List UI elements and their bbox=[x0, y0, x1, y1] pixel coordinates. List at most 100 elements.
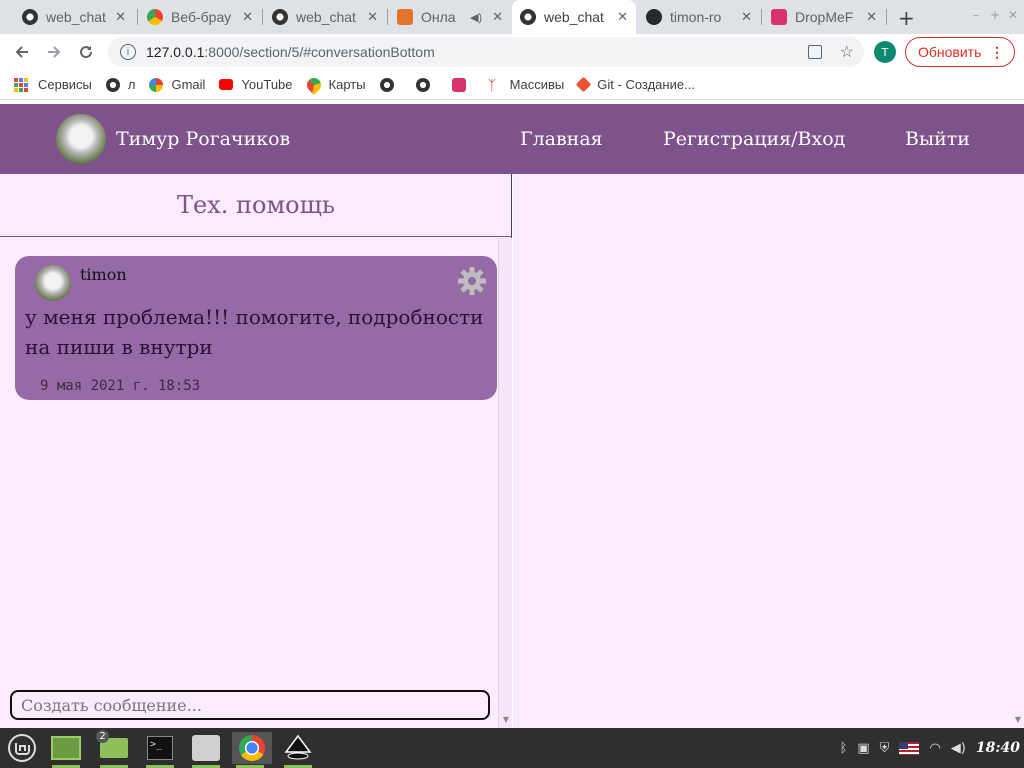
tab-divider bbox=[886, 9, 887, 25]
apps-grid-icon bbox=[14, 77, 28, 92]
bookmarks-bar: Сервисы л Gmail YouTube Карты ᛉ Массивы … bbox=[0, 70, 1024, 100]
browser-toolbar: i 127.0.0.1:8000/section/5/#conversation… bbox=[0, 34, 1024, 70]
chrome-icon bbox=[147, 9, 163, 25]
antenna-icon: ᛉ bbox=[487, 76, 496, 93]
forward-button[interactable] bbox=[43, 41, 65, 63]
nav-register-login-link[interactable]: Регистрация/Вход bbox=[663, 128, 845, 150]
reload-icon bbox=[80, 46, 93, 59]
chrome-taskbar-button[interactable] bbox=[232, 732, 272, 768]
wifi-icon[interactable]: ◠ bbox=[929, 741, 940, 756]
browser-tab[interactable]: web_chat ✕ bbox=[264, 0, 386, 34]
scrollbar[interactable]: ▼ bbox=[498, 238, 512, 728]
terminal-icon: >_ bbox=[147, 736, 173, 760]
mint-menu-button[interactable] bbox=[4, 732, 40, 764]
profile-avatar[interactable]: T bbox=[874, 41, 896, 63]
tab-divider bbox=[262, 9, 263, 25]
dropme-icon bbox=[771, 9, 787, 25]
close-tab-icon[interactable]: ✕ bbox=[367, 9, 378, 25]
section-title: Тех. помощь bbox=[0, 174, 512, 237]
bookmark-item[interactable] bbox=[379, 77, 402, 92]
settings-button[interactable] bbox=[188, 732, 224, 768]
info-icon[interactable]: i bbox=[120, 44, 136, 60]
fox-icon bbox=[397, 9, 413, 25]
git-icon bbox=[576, 76, 592, 93]
maximize-button[interactable]: + bbox=[990, 8, 1000, 22]
browser-tab-active[interactable]: web_chat ✕ bbox=[512, 0, 636, 34]
arrow-left-icon bbox=[15, 46, 28, 58]
close-tab-icon[interactable]: ✕ bbox=[741, 9, 752, 25]
browser-tab[interactable]: web_chat ✕ bbox=[14, 0, 134, 34]
close-window-button[interactable]: ✕ bbox=[1008, 8, 1018, 22]
system-tray: ᛒ ▣ ⛨ ◠ ◀) 18:40 bbox=[840, 728, 1024, 768]
message-author: timon bbox=[80, 265, 127, 284]
bookmark-item[interactable]: Gmail bbox=[149, 77, 205, 92]
new-tab-button[interactable]: + bbox=[898, 6, 915, 30]
tab-divider bbox=[387, 9, 388, 25]
nav-home-link[interactable]: Главная bbox=[520, 128, 603, 150]
files-button[interactable]: 2 bbox=[96, 730, 132, 768]
clipboard-icon[interactable]: ▣ bbox=[857, 741, 869, 756]
scroll-down-icon[interactable]: ▼ bbox=[503, 715, 509, 724]
avatar[interactable] bbox=[56, 114, 106, 164]
close-tab-icon[interactable]: ✕ bbox=[492, 9, 503, 25]
conversation-panel: Тех. помощь timon у меня проблема!!! пом… bbox=[0, 174, 512, 728]
address-bar[interactable]: i 127.0.0.1:8000/section/5/#conversation… bbox=[108, 37, 864, 67]
bluetooth-icon[interactable]: ᛒ bbox=[840, 741, 848, 756]
close-tab-icon[interactable]: ✕ bbox=[115, 9, 126, 25]
user-name[interactable]: Тимур Рогачиков bbox=[116, 128, 290, 150]
message-bubble: timon у меня проблема!!! помогите, подро… bbox=[15, 256, 497, 400]
browser-tab[interactable]: Онла ◀) ✕ bbox=[389, 0, 511, 34]
back-button[interactable] bbox=[11, 41, 33, 63]
close-tab-icon[interactable]: ✕ bbox=[866, 9, 877, 25]
globe-icon bbox=[415, 77, 430, 92]
terminal-button[interactable]: >_ bbox=[142, 732, 178, 768]
inkscape-button[interactable] bbox=[280, 732, 316, 768]
right-panel: ▼ bbox=[513, 174, 1024, 728]
tab-divider bbox=[137, 9, 138, 25]
star-icon[interactable]: ☆ bbox=[840, 42, 854, 62]
update-button[interactable]: Обновить ⋮ bbox=[905, 37, 1015, 67]
close-tab-icon[interactable]: ✕ bbox=[617, 9, 628, 25]
message-timestamp: 9 мая 2021 г. 18:53 bbox=[40, 378, 201, 394]
bookmark-item[interactable]: л bbox=[105, 77, 135, 92]
minimize-button[interactable]: – bbox=[973, 8, 979, 22]
translate-icon[interactable] bbox=[808, 45, 822, 59]
globe-icon bbox=[272, 9, 288, 25]
nav-logout-link[interactable]: Выйти bbox=[905, 128, 970, 150]
close-tab-icon[interactable]: ✕ bbox=[242, 9, 253, 25]
desktop-icon bbox=[51, 736, 81, 760]
bookmark-item[interactable]: YouTube bbox=[219, 77, 293, 92]
reload-button[interactable] bbox=[75, 41, 97, 63]
github-icon bbox=[646, 9, 662, 25]
scroll-down-icon[interactable]: ▼ bbox=[1015, 715, 1021, 724]
message-text: у меня проблема!!! помогите, подробности… bbox=[25, 305, 484, 359]
audio-playing-icon[interactable]: ◀) bbox=[470, 11, 482, 24]
bookmark-item[interactable] bbox=[451, 77, 474, 92]
menu-dots-icon[interactable]: ⋮ bbox=[990, 44, 1004, 61]
bookmark-item[interactable]: Карты bbox=[303, 74, 366, 95]
maps-icon bbox=[303, 74, 324, 95]
dropme-icon bbox=[451, 77, 466, 92]
clock[interactable]: 18:40 bbox=[976, 740, 1020, 756]
volume-icon[interactable]: ◀) bbox=[951, 741, 966, 756]
settings-icon bbox=[192, 735, 220, 761]
browser-tab[interactable]: timon-ro ✕ bbox=[638, 0, 760, 34]
url-host: 127.0.0.1 bbox=[146, 44, 205, 60]
us-flag-icon[interactable] bbox=[899, 741, 920, 755]
shield-icon[interactable]: ⛨ bbox=[880, 741, 890, 756]
browser-tab[interactable]: Веб-брау ✕ bbox=[139, 0, 261, 34]
bookmark-item[interactable]: Git - Создание... bbox=[576, 76, 695, 93]
bookmark-item[interactable] bbox=[415, 77, 438, 92]
bookmark-item[interactable]: Сервисы bbox=[14, 77, 92, 92]
globe-icon bbox=[520, 9, 536, 25]
message-input[interactable]: Создать сообщение... bbox=[10, 690, 490, 720]
message-avatar[interactable] bbox=[35, 265, 71, 301]
taskbar: 2 >_ ᛒ ▣ ⛨ ◠ ◀) 18:40 bbox=[0, 728, 1024, 768]
gear-icon[interactable] bbox=[457, 266, 487, 296]
message-list[interactable]: timon у меня проблема!!! помогите, подро… bbox=[0, 238, 512, 728]
show-desktop-button[interactable] bbox=[48, 732, 84, 768]
chrome-icon bbox=[239, 735, 265, 761]
bookmark-item[interactable]: ᛉ Массивы bbox=[488, 77, 565, 92]
browser-tab[interactable]: DropMeF ✕ bbox=[763, 0, 885, 34]
workspace-badge: 2 bbox=[96, 730, 109, 743]
